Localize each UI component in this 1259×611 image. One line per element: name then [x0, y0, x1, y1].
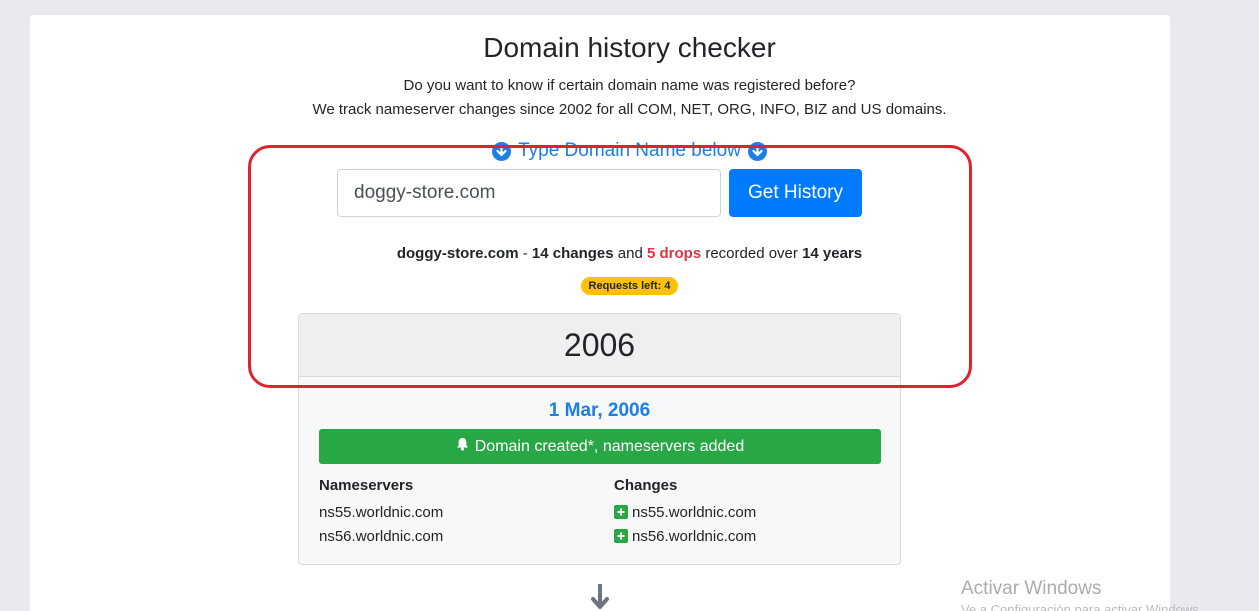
- event-date: 1 Mar, 2006: [548, 400, 651, 421]
- red-highlight-annotation: [248, 145, 972, 388]
- event-description-bar: Domain created*, nameservers added: [319, 429, 881, 464]
- change-item: ns56.worldnic.com: [614, 524, 756, 548]
- arrow-down-icon: [590, 583, 610, 611]
- changes-header: Changes: [614, 477, 678, 494]
- plus-square-icon: [614, 529, 628, 543]
- change-item: ns55.worldnic.com: [614, 500, 756, 524]
- nameservers-column: Nameservers ns55.worldnic.com ns56.world…: [319, 477, 443, 548]
- changes-column: Changes ns55.worldnic.com ns56.worldnic.…: [614, 477, 756, 548]
- subtitle-line-2: We track nameserver changes since 2002 f…: [312, 101, 947, 118]
- windows-watermark-subtitle: Ve a Configuración para activar Windows.: [961, 602, 1203, 611]
- bell-icon: [456, 437, 469, 456]
- nameservers-header: Nameservers: [319, 477, 414, 494]
- plus-square-icon: [614, 505, 628, 519]
- event-description: Domain created*, nameservers added: [474, 437, 745, 455]
- change-nameserver: ns55.worldnic.com: [632, 503, 757, 521]
- subtitle-line-1: Do you want to know if certain domain na…: [403, 77, 856, 94]
- windows-watermark-title: Activar Windows: [961, 578, 1102, 599]
- change-nameserver: ns56.worldnic.com: [632, 527, 757, 545]
- nameserver-item: ns55.worldnic.com: [319, 503, 444, 521]
- nameserver-item: ns56.worldnic.com: [319, 527, 444, 545]
- page-title: Domain history checker: [483, 32, 776, 63]
